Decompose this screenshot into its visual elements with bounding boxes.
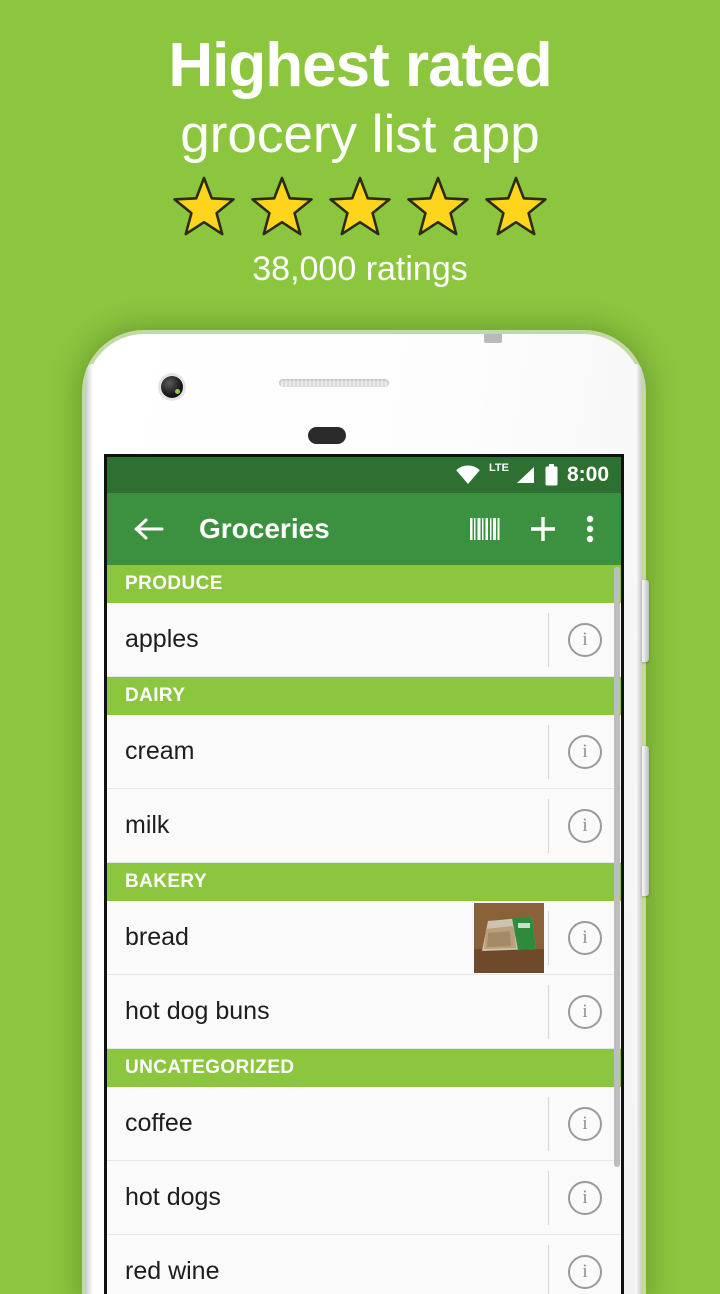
list-item[interactable]: milki [107, 789, 621, 863]
lte-signal-icon [514, 465, 536, 485]
info-icon: i [568, 735, 602, 769]
grocery-list[interactable]: PRODUCEapplesiDAIRYcreamimilkiBAKERYbrea… [107, 565, 621, 1294]
phone-mockup: LTE 8:00 Groceries [86, 334, 642, 1294]
overflow-menu-icon[interactable] [573, 507, 607, 551]
list-item-label: milk [107, 811, 548, 840]
list-item[interactable]: hot dog buns i [107, 975, 621, 1049]
list-item-label: hot dogs [107, 1183, 548, 1212]
list-item-label: bread [107, 923, 474, 952]
list-item-label: hot dog buns [107, 997, 548, 1026]
power-button[interactable] [642, 580, 649, 662]
item-photo-thumbnail[interactable] [474, 903, 544, 973]
info-button[interactable]: i [548, 613, 621, 667]
list-item[interactable]: applesi [107, 603, 621, 677]
info-icon: i [568, 1255, 602, 1289]
info-icon: i [568, 623, 602, 657]
list-item[interactable]: bread i [107, 901, 621, 975]
info-icon: i [568, 1107, 602, 1141]
back-arrow-icon[interactable] [127, 507, 171, 551]
info-button[interactable]: i [548, 911, 621, 965]
star-icon [326, 175, 394, 243]
status-bar: LTE 8:00 [107, 457, 621, 493]
info-button[interactable]: i [548, 1171, 621, 1225]
promo-header: Highest rated grocery list app 38,000 ra… [0, 0, 720, 330]
info-button[interactable]: i [548, 1097, 621, 1151]
info-icon: i [568, 809, 602, 843]
front-camera-icon [161, 376, 183, 398]
info-icon: i [568, 921, 602, 955]
category-header: PRODUCE [107, 565, 621, 603]
list-item[interactable]: hot dogs i [107, 1161, 621, 1235]
info-button[interactable]: i [548, 725, 621, 779]
list-item-label: apples [107, 625, 548, 654]
star-icon [404, 175, 472, 243]
list-item-label: red wine [107, 1257, 548, 1286]
list-item[interactable]: coffeei [107, 1087, 621, 1161]
antenna-band [484, 334, 502, 343]
status-clock: 8:00 [567, 463, 609, 487]
list-item-label: cream [107, 737, 548, 766]
barcode-icon[interactable] [463, 507, 507, 551]
phone-right-edge [635, 364, 642, 1294]
star-icon [170, 175, 238, 243]
app-bar: Groceries [107, 493, 621, 565]
list-item-label: coffee [107, 1109, 548, 1138]
phone-screen: LTE 8:00 Groceries [104, 454, 624, 1294]
star-icon [482, 175, 550, 243]
add-item-icon[interactable] [521, 507, 565, 551]
category-header: BAKERY [107, 863, 621, 901]
star-icon [248, 175, 316, 243]
scrollbar-thumb[interactable] [614, 567, 620, 1167]
battery-icon [544, 464, 559, 486]
ratings-count: 38,000 ratings [0, 244, 720, 289]
star-rating [0, 174, 720, 244]
earpiece-speaker [279, 379, 389, 387]
volume-button[interactable] [642, 746, 649, 896]
promo-subtitle: grocery list app [0, 100, 720, 164]
category-header: DAIRY [107, 677, 621, 715]
list-scrollbar[interactable] [614, 565, 621, 1294]
info-icon: i [568, 1181, 602, 1215]
list-item[interactable]: red wine i [107, 1235, 621, 1294]
lte-label: LTE [489, 463, 509, 474]
category-header: UNCATEGORIZED [107, 1049, 621, 1087]
info-button[interactable]: i [548, 985, 621, 1039]
proximity-sensor [308, 427, 346, 444]
promo-title: Highest rated [0, 0, 720, 100]
info-button[interactable]: i [548, 799, 621, 853]
app-bar-title: Groceries [199, 513, 463, 545]
wifi-icon [455, 465, 481, 485]
info-icon: i [568, 995, 602, 1029]
list-body: PRODUCEapplesiDAIRYcreamimilkiBAKERYbrea… [107, 565, 621, 1294]
list-item[interactable]: creami [107, 715, 621, 789]
info-button[interactable]: i [548, 1245, 621, 1294]
phone-left-edge [86, 364, 93, 1294]
